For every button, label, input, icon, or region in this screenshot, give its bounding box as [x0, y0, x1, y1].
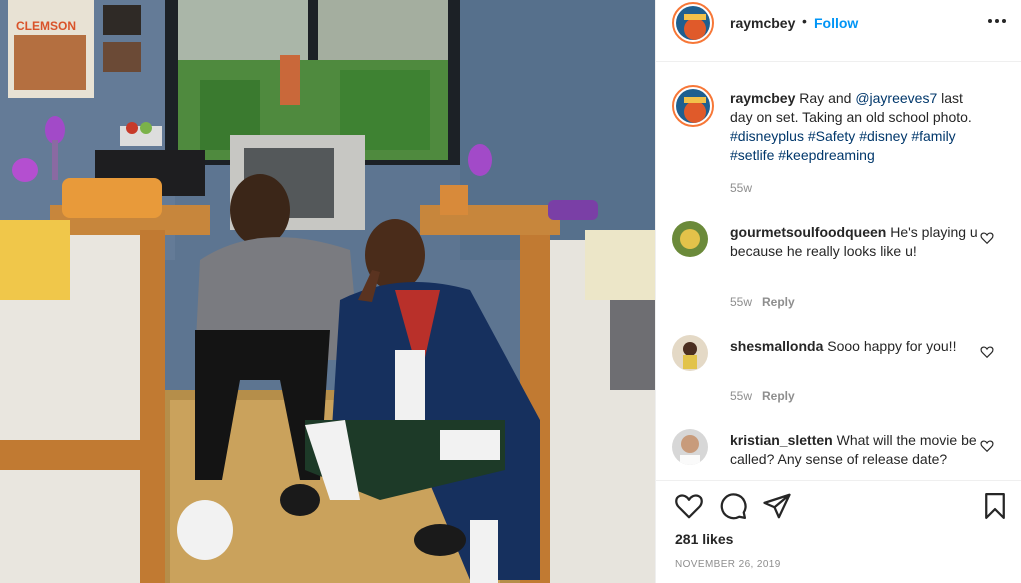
post-sidebar: raymcbey • Follow raymcbey Ray and @jayr… [655, 0, 1021, 583]
comment-meta: 55w Reply [730, 295, 795, 309]
bookmark-icon[interactable] [980, 491, 1010, 521]
author-avatar[interactable] [672, 2, 714, 44]
comment-text: shesmallonda Sooo happy for you!! [730, 337, 980, 356]
comment-body: Sooo happy for you!! [827, 338, 957, 354]
reply-button[interactable]: Reply [762, 389, 795, 403]
caption-body: Ray and [799, 90, 856, 106]
caption-mention[interactable]: @jayreeves7 [855, 90, 937, 106]
comment-item: shesmallonda Sooo happy for you!! 55w Rep… [656, 335, 1021, 409]
avatar-image [676, 89, 710, 123]
share-icon[interactable] [762, 491, 792, 521]
caption-avatar[interactable] [672, 85, 714, 127]
more-options-icon[interactable] [988, 19, 1008, 25]
comment-time[interactable]: 55w [730, 295, 752, 309]
comment-time[interactable]: 55w [730, 389, 752, 403]
comment-icon[interactable] [718, 491, 748, 521]
post-photo[interactable]: CLEMSON [0, 0, 655, 583]
caption-meta: 55w [730, 181, 752, 195]
caption: raymcbey Ray and @jayreeves7 last day on… [656, 85, 1021, 200]
comment-like-heart-icon[interactable] [980, 345, 994, 359]
author-username[interactable]: raymcbey [730, 15, 795, 31]
caption-username[interactable]: raymcbey [730, 90, 795, 106]
comment-like-heart-icon[interactable] [980, 439, 994, 453]
reply-button[interactable]: Reply [762, 295, 795, 309]
heart-icon[interactable] [674, 491, 704, 521]
post-actions: 281 likes NOVEMBER 26, 2019 [656, 480, 1021, 583]
avatar-image [672, 335, 708, 371]
comment-item: kristian_sletten What will the movie be … [656, 429, 1021, 480]
svg-text:CLEMSON: CLEMSON [16, 19, 76, 33]
commenter-avatar[interactable] [672, 335, 708, 371]
comment-username[interactable]: kristian_sletten [730, 432, 833, 448]
avatar-image [672, 221, 708, 257]
comment-text: kristian_sletten What will the movie be … [730, 431, 980, 469]
comments-list[interactable]: raymcbey Ray and @jayreeves7 last day on… [656, 63, 1021, 480]
caption-hashtags[interactable]: #disneyplus #Safety #disney #family #set… [730, 128, 956, 163]
likes-count[interactable]: 281 likes [675, 531, 733, 547]
comment-meta: 55w Reply [730, 389, 795, 403]
comment-username[interactable]: gourmetsoulfoodqueen [730, 224, 886, 240]
post-image: CLEMSON [0, 0, 655, 583]
comment-text: gourmetsoulfoodqueen He's playing u beca… [730, 223, 980, 261]
post-header: raymcbey • Follow [656, 0, 1021, 62]
avatar-image [676, 6, 710, 40]
post-date[interactable]: NOVEMBER 26, 2019 [675, 559, 781, 570]
caption-text: raymcbey Ray and @jayreeves7 last day on… [730, 89, 980, 165]
avatar-image [672, 429, 708, 465]
comment-item: gourmetsoulfoodqueen He's playing u beca… [656, 221, 1021, 311]
commenter-avatar[interactable] [672, 221, 708, 257]
comment-username[interactable]: shesmallonda [730, 338, 823, 354]
commenter-avatar[interactable] [672, 429, 708, 465]
follow-button[interactable]: Follow [814, 15, 858, 31]
comment-like-heart-icon[interactable] [980, 231, 994, 245]
separator-dot: • [802, 13, 807, 29]
caption-time[interactable]: 55w [730, 181, 752, 195]
